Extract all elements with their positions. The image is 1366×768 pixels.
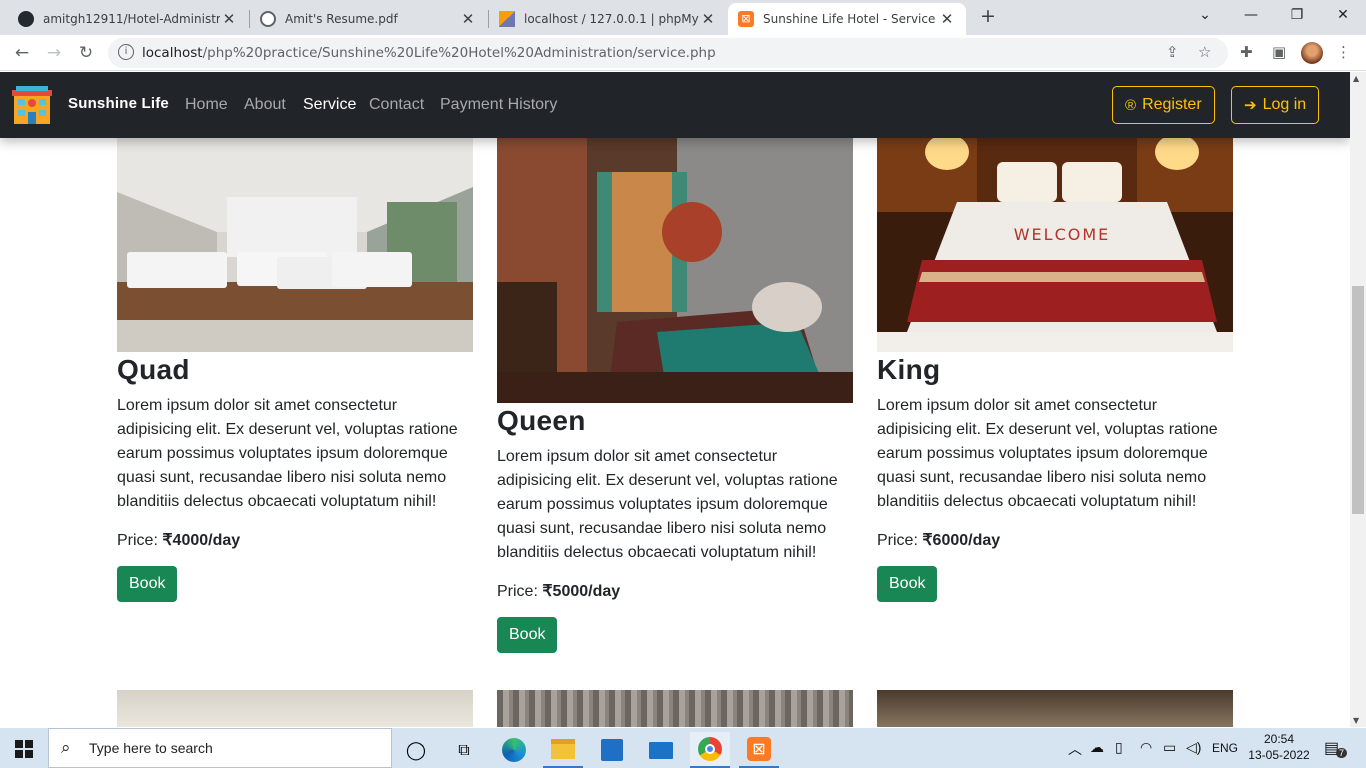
room-card-king: WELCOME King Lorem ipsum dolor sit amet …	[877, 132, 1233, 602]
hotel-logo-icon[interactable]	[12, 84, 52, 126]
nav-about[interactable]: About	[244, 96, 286, 114]
cortana-icon[interactable]: ◯	[396, 732, 436, 768]
room-price: Price: ₹4000/day	[117, 532, 241, 549]
login-icon: ➔	[1244, 97, 1257, 114]
page-viewport: Sunshine Life Home About Service Contact…	[0, 72, 1350, 727]
wifi-icon[interactable]: ◠	[1140, 739, 1152, 756]
clock-date[interactable]: 13-05-2022	[1248, 748, 1310, 762]
room-description: Lorem ipsum dolor sit amet consectetur a…	[877, 397, 1218, 510]
nav-contact[interactable]: Contact	[369, 96, 424, 114]
page-scrollbar[interactable]: ▲ ▼	[1350, 72, 1366, 727]
room-price: Price: ₹5000/day	[497, 583, 621, 600]
url-path: /php%20practice/Sunshine%20Life%20Hotel%…	[202, 45, 716, 61]
room-card-quad: Quad Lorem ipsum dolor sit amet consecte…	[117, 132, 473, 602]
brand-name[interactable]: Sunshine Life	[68, 95, 169, 112]
tab-sunshine-service[interactable]: ⊠ Sunshine Life Hotel - Service ✕	[728, 3, 966, 35]
close-window-button[interactable]: ✕	[1320, 0, 1366, 32]
browser-tab-strip: amitgh12911/Hotel-Administratio ✕ Amit's…	[0, 0, 1366, 35]
room-title: Queen	[497, 405, 586, 436]
book-button-queen[interactable]: Book	[497, 617, 558, 653]
edge-icon[interactable]	[494, 732, 534, 768]
nav-home[interactable]: Home	[185, 96, 228, 114]
share-icon[interactable]: ⇪	[1166, 43, 1179, 61]
taskbar-search-box[interactable]: ⌕ Type here to search	[48, 728, 392, 768]
site-info-icon[interactable]: i	[118, 44, 134, 60]
phpmyadmin-icon	[499, 11, 515, 27]
tray-chevron-icon[interactable]: ︿	[1068, 739, 1082, 759]
scroll-down-icon[interactable]: ▼	[1353, 716, 1359, 725]
address-bar[interactable]: i localhost/php%20practice/Sunshine%20Li…	[108, 38, 1228, 68]
reload-icon[interactable]: ↻	[72, 39, 100, 67]
language-indicator[interactable]: ENG	[1212, 741, 1238, 755]
forward-icon[interactable]: →	[40, 39, 68, 67]
minimize-button[interactable]: —	[1228, 0, 1274, 32]
register-button[interactable]: ® Register	[1112, 86, 1215, 124]
room-image-king: WELCOME	[877, 132, 1233, 352]
room-photo: WELCOME	[877, 132, 1233, 352]
device-icon[interactable]: ▯	[1115, 739, 1123, 756]
windows-start-icon[interactable]	[15, 740, 33, 758]
globe-icon	[260, 11, 276, 27]
onedrive-icon[interactable]: ☁	[1090, 739, 1104, 756]
mail-icon[interactable]	[641, 732, 681, 768]
bookmark-star-icon[interactable]: ☆	[1198, 43, 1211, 61]
book-button-king[interactable]: Book	[877, 566, 938, 602]
search-icon: ⌕	[61, 738, 71, 758]
menu-icon[interactable]: ⋮	[1336, 43, 1351, 61]
notification-count: 7	[1336, 748, 1348, 758]
windows-taskbar: ⌕ Type here to search ◯ ⧉ ⊠ ︿ ☁ ▯ ◠ ▭ ◁)…	[0, 728, 1366, 768]
room-title: King	[877, 354, 941, 385]
room-photo	[117, 132, 473, 352]
tab-github[interactable]: amitgh12911/Hotel-Administratio ✕	[8, 3, 248, 35]
close-tab-icon[interactable]: ✕	[699, 10, 717, 28]
room-description: Lorem ipsum dolor sit amet consectetur a…	[497, 448, 838, 561]
login-button[interactable]: ➔ Log in	[1231, 86, 1320, 124]
room-image-quad	[117, 132, 473, 352]
tab-search-icon[interactable]: ⌄	[1182, 0, 1228, 32]
new-tab-button[interactable]: +	[977, 5, 999, 27]
room-price: Price: ₹6000/day	[877, 532, 1001, 549]
github-icon	[18, 11, 34, 27]
book-button-quad[interactable]: Book	[117, 566, 178, 602]
room-title: Quad	[117, 354, 190, 385]
battery-icon[interactable]: ▭	[1163, 739, 1176, 756]
site-navbar: Sunshine Life Home About Service Contact…	[0, 72, 1350, 138]
profile-avatar[interactable]	[1301, 42, 1323, 64]
room-description: Lorem ipsum dolor sit amet consectetur a…	[117, 397, 458, 510]
volume-icon[interactable]: ◁)	[1186, 739, 1201, 756]
close-tab-icon[interactable]: ✕	[459, 10, 477, 28]
chrome-icon[interactable]	[690, 732, 730, 768]
browser-toolbar: ← → ↻ i localhost/php%20practice/Sunshin…	[0, 35, 1366, 71]
xampp-taskbar-icon[interactable]: ⊠	[739, 732, 779, 768]
welcome-towel-text: WELCOME	[1014, 225, 1111, 244]
extensions-icon[interactable]: ✚	[1240, 43, 1253, 61]
room-image-row2-2	[497, 690, 853, 727]
room-image-row2-3	[877, 690, 1233, 727]
close-tab-icon[interactable]: ✕	[220, 10, 238, 28]
scrollbar-thumb[interactable]	[1352, 286, 1364, 514]
task-view-icon[interactable]: ⧉	[444, 732, 484, 768]
room-photo	[497, 132, 853, 403]
tab-phpmyadmin[interactable]: localhost / 127.0.0.1 | phpMyAdm ✕	[489, 3, 727, 35]
back-icon[interactable]: ←	[8, 39, 36, 67]
side-panel-icon[interactable]: ▣	[1272, 43, 1286, 61]
nav-service[interactable]: Service	[303, 96, 356, 114]
registered-icon: ®	[1125, 96, 1137, 114]
microsoft-store-icon[interactable]	[592, 732, 632, 768]
nav-payment-history[interactable]: Payment History	[440, 96, 557, 114]
room-image-row2-1	[117, 690, 473, 727]
room-card-queen: Queen Lorem ipsum dolor sit amet consect…	[497, 132, 853, 653]
maximize-button[interactable]: ❐	[1274, 0, 1320, 32]
scroll-up-icon[interactable]: ▲	[1353, 74, 1359, 83]
room-image-queen	[497, 132, 853, 403]
clock-time[interactable]: 20:54	[1250, 732, 1308, 746]
close-tab-icon[interactable]: ✕	[938, 10, 956, 28]
xampp-icon: ⊠	[738, 11, 754, 27]
tab-resume[interactable]: Amit's Resume.pdf ✕	[250, 3, 487, 35]
file-explorer-icon[interactable]	[543, 732, 583, 768]
url-host: localhost	[142, 45, 203, 61]
